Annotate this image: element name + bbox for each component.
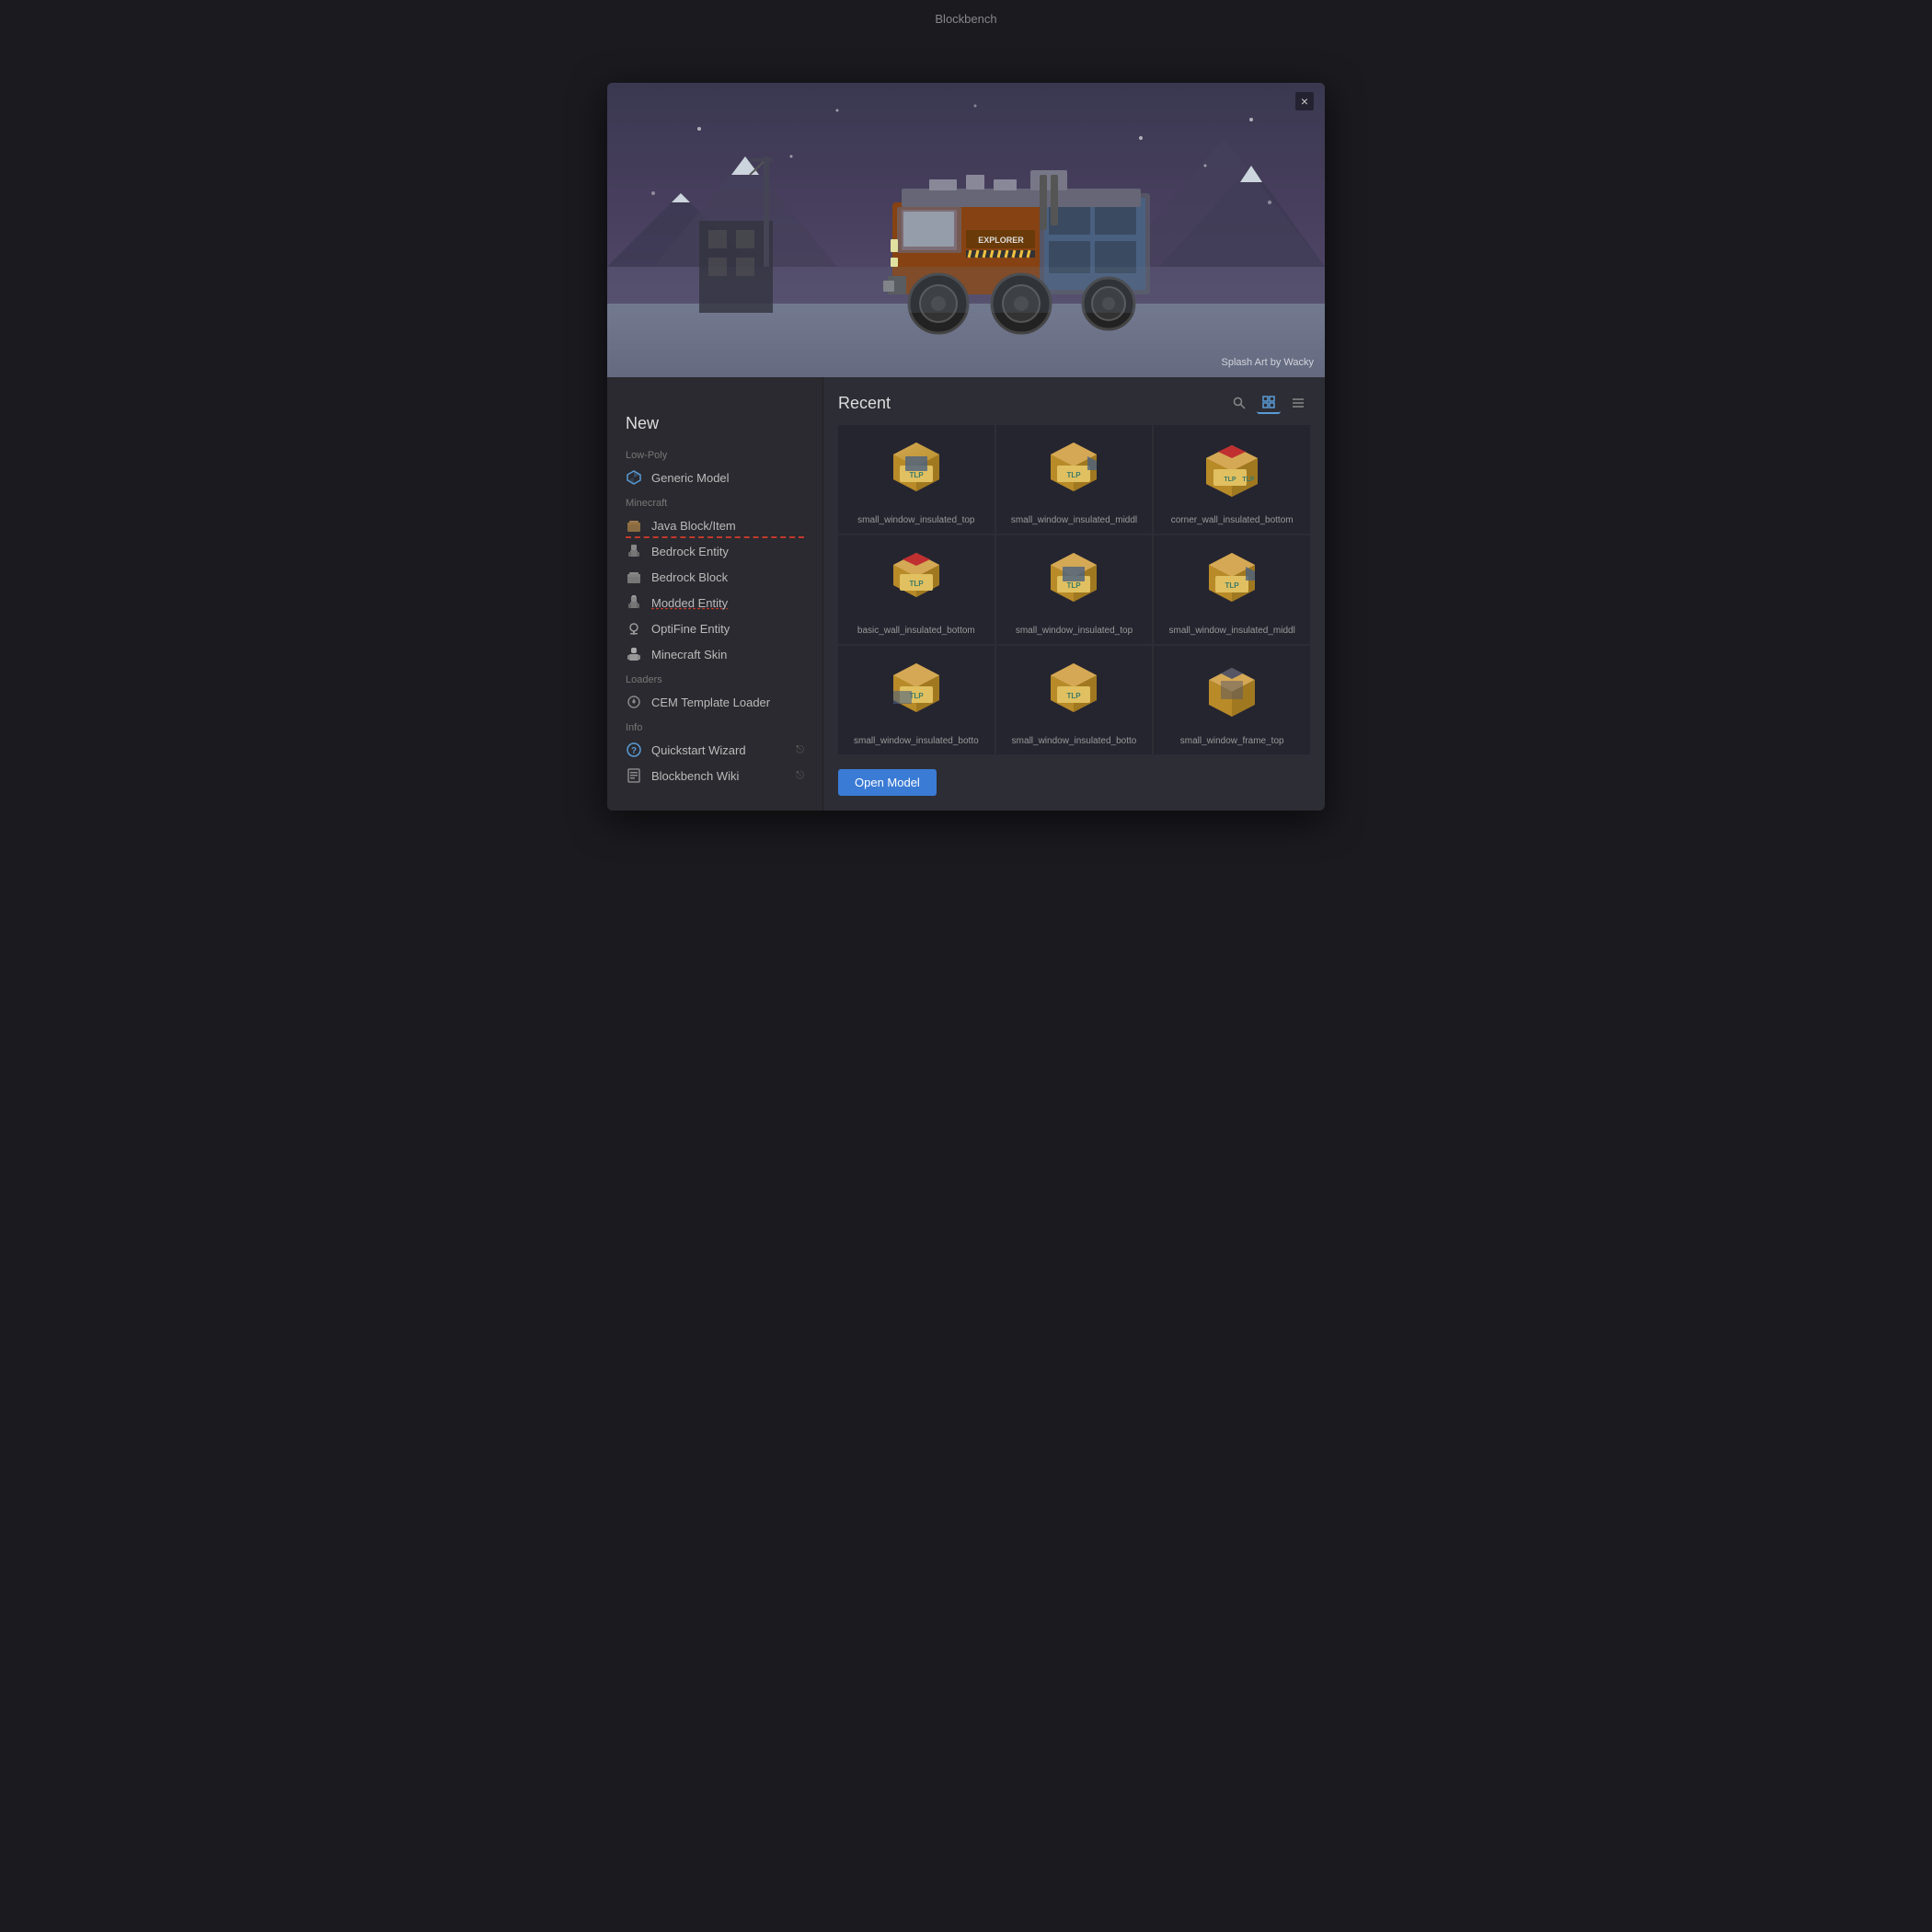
recent-item-5[interactable]: TLP small_window_insulated_top [996,535,1153,644]
recent-grid: TLP small_window_insulated_top [838,425,1310,754]
bedrock-block-label: Bedrock Block [651,570,728,584]
generic-model-label: Generic Model [651,471,730,485]
quickstart-label: Quickstart Wizard [651,743,746,757]
book-icon [626,767,642,784]
thumb-5: TLP [1005,544,1144,622]
recent-item-9[interactable]: small_window_frame_top [1154,646,1310,754]
thumb-3: TLP TLP [1162,433,1302,512]
help-icon: ? [626,742,642,758]
section-info: Info [607,715,822,737]
cem-label: CEM Template Loader [651,696,770,709]
right-panel: Recent [823,377,1325,811]
new-title: New [607,396,822,443]
thumb-8: TLP [1005,654,1144,732]
item-name-6: small_window_insulated_middl [1162,626,1302,636]
hero-image: EXPLORER [607,83,1325,377]
svg-text:TLP: TLP [1243,477,1256,483]
svg-text:TLP: TLP [909,471,924,479]
wiki-label: Blockbench Wiki [651,769,739,783]
thumb-7: TLP [846,654,986,732]
svg-text:?: ? [631,746,637,756]
sidebar-item-skin[interactable]: Minecraft Skin [607,641,822,667]
recent-item-2[interactable]: TLP small_window_insulated_middl [996,425,1153,534]
wiki-external-icon: ⎋ [796,770,804,782]
sidebar-item-generic-model[interactable]: Generic Model [607,465,822,490]
item-name-9: small_window_frame_top [1162,736,1302,746]
quickstart-external-icon: ⎋ [796,744,804,756]
item-name-4: basic_wall_insulated_bottom [846,626,986,636]
modded-entity-label: Modded Entity [651,596,728,610]
view-controls [1227,392,1310,414]
java-block-label: Java Block/Item [651,519,736,533]
recent-item-1[interactable]: TLP small_window_insulated_top [838,425,995,534]
app-title: Blockbench [935,12,996,26]
skin-icon [626,646,642,662]
list-view-button[interactable] [1286,393,1310,413]
grid-view-button[interactable] [1257,392,1281,414]
svg-text:TLP: TLP [1067,692,1082,700]
sidebar-item-bedrock-entity[interactable]: Bedrock Entity [607,538,822,564]
svg-text:TLP: TLP [1225,581,1240,590]
sidebar-item-optifine[interactable]: OptiFine Entity [607,615,822,641]
item-name-1: small_window_insulated_top [846,515,986,525]
svg-text:TLP: TLP [1067,581,1082,590]
item-name-7: small_window_insulated_botto [846,736,986,746]
sidebar: New Low-Poly Generic Model Minecraft [607,377,823,811]
thumb-9 [1162,654,1302,732]
sidebar-item-wiki[interactable]: Blockbench Wiki ⎋ [607,763,822,788]
item-name-5: small_window_insulated_top [1005,626,1144,636]
thumb-1: TLP [846,433,986,512]
svg-text:TLP: TLP [1225,477,1237,483]
bedrock-entity-label: Bedrock Entity [651,545,729,558]
recent-title: Recent [838,394,891,413]
item-name-3: corner_wall_insulated_bottom [1162,515,1302,525]
recent-item-8[interactable]: TLP small_window_insulated_botto [996,646,1153,754]
section-minecraft: Minecraft [607,490,822,512]
main-content: New Low-Poly Generic Model Minecraft [607,377,1325,811]
recent-item-4[interactable]: TLP basic_wall_insulated_bottom [838,535,995,644]
thumb-4: TLP [846,544,986,622]
thumb-2: TLP [1005,433,1144,512]
svg-text:TLP: TLP [1067,471,1082,479]
recent-item-7[interactable]: TLP small_window_insulated_botto [838,646,995,754]
sidebar-item-bedrock-block[interactable]: Bedrock Block [607,564,822,590]
hero-svg: EXPLORER [607,83,1325,377]
close-button[interactable]: × [1295,92,1314,110]
optifine-label: OptiFine Entity [651,622,730,636]
svg-text:TLP: TLP [909,580,924,588]
recent-item-6[interactable]: TLP small_window_insulated_middl [1154,535,1310,644]
bedrock-entity-icon [626,543,642,559]
generic-model-icon [626,469,642,486]
open-model-button[interactable]: Open Model [838,769,937,796]
item-name-2: small_window_insulated_middl [1005,515,1144,525]
bedrock-block-icon [626,569,642,585]
cem-icon [626,694,642,710]
main-dialog: EXPLORER [607,83,1325,811]
svg-text:EXPLORER: EXPLORER [978,236,1024,245]
recent-item-3[interactable]: TLP TLP corner_wall_insulated_bottom [1154,425,1310,534]
thumb-6: TLP [1162,544,1302,622]
optifine-icon [626,620,642,637]
panel-header: Recent [838,392,1310,414]
sidebar-item-cem[interactable]: CEM Template Loader [607,689,822,715]
title-bar: Blockbench [0,0,1932,37]
sidebar-item-java-block[interactable]: Java Block/Item [607,512,822,538]
search-button[interactable] [1227,393,1251,413]
skin-label: Minecraft Skin [651,648,727,661]
section-loaders: Loaders [607,667,822,689]
sidebar-item-quickstart[interactable]: ? Quickstart Wizard ⎋ [607,737,822,763]
modded-entity-icon [626,594,642,611]
item-name-8: small_window_insulated_botto [1005,736,1144,746]
section-low-poly: Low-Poly [607,443,822,465]
sidebar-item-modded-entity[interactable]: Modded Entity [607,590,822,615]
java-block-icon [626,517,642,534]
splash-credit: Splash Art by Wacky [1222,357,1314,368]
